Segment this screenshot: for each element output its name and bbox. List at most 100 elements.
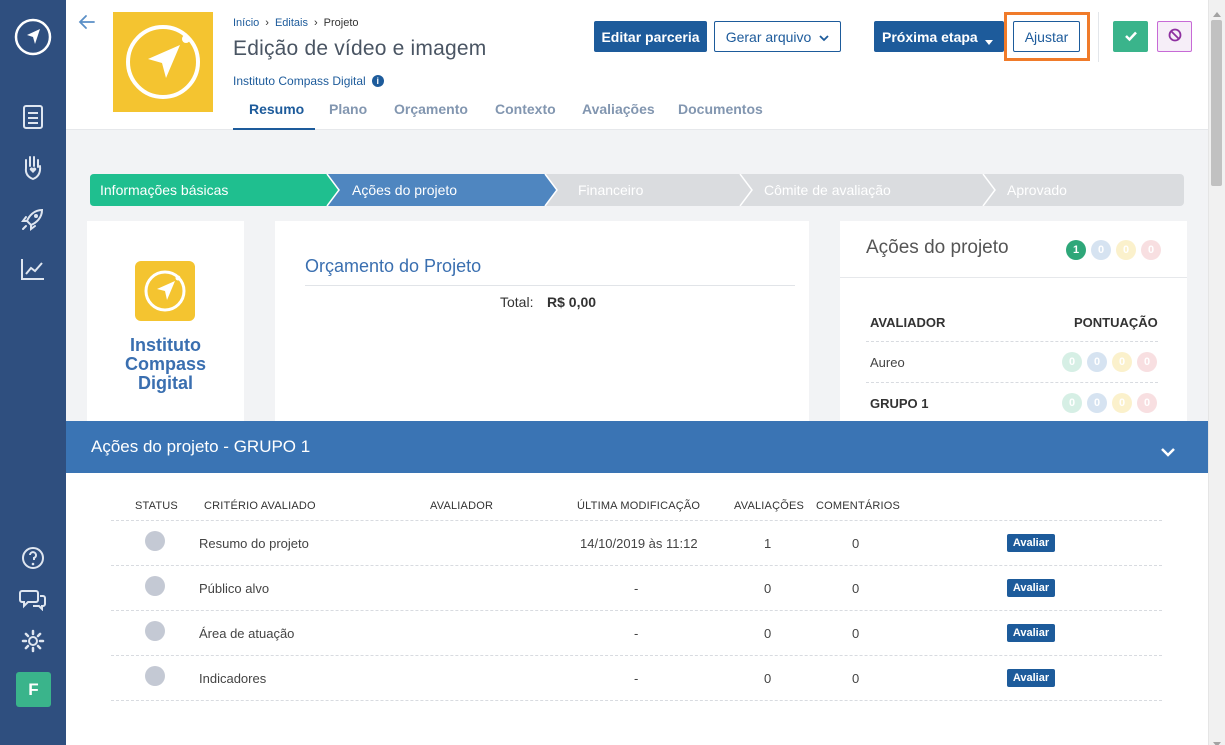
hand-heart-icon[interactable] bbox=[17, 152, 49, 184]
row-divider bbox=[866, 341, 1158, 342]
vertical-scrollbar[interactable] bbox=[1208, 0, 1225, 745]
next-step-button[interactable]: Próxima etapa bbox=[874, 21, 1004, 52]
scroll-down-arrow-icon[interactable] bbox=[1213, 734, 1221, 745]
tab-plano[interactable]: Plano bbox=[329, 101, 367, 117]
evaluator-column-header: AVALIADOR bbox=[870, 315, 946, 330]
column-header-evaluator: AVALIADOR bbox=[430, 500, 494, 512]
organization-card-name: Instituto Compass Digital bbox=[87, 336, 244, 393]
user-avatar[interactable]: F bbox=[16, 672, 51, 707]
organization-link[interactable]: Instituto Compass Digital i bbox=[233, 74, 384, 88]
row-divider bbox=[111, 520, 1162, 521]
evaluations-count: 0 bbox=[764, 581, 772, 596]
evaluator-name: Aureo bbox=[870, 355, 905, 370]
tab-orcamento[interactable]: Orçamento bbox=[394, 101, 468, 117]
breadcrumb-current: Projeto bbox=[323, 17, 359, 29]
group-panel-body bbox=[66, 473, 1208, 745]
column-header-evaluations: AVALIAÇÕES bbox=[734, 500, 805, 512]
score-badge: 0 bbox=[1112, 352, 1132, 372]
app-window: F Início › Editais › Projeto Edição de v… bbox=[0, 0, 1225, 745]
compass-logo-icon[interactable] bbox=[13, 17, 53, 57]
actions-card-divider bbox=[840, 277, 1187, 278]
arrow-left-icon[interactable] bbox=[78, 14, 98, 32]
tab-contexto[interactable]: Contexto bbox=[495, 101, 556, 117]
document-icon[interactable] bbox=[17, 101, 49, 133]
breadcrumb: Início › Editais › Projeto bbox=[233, 17, 359, 29]
step-aprovado[interactable]: Aprovado bbox=[1007, 174, 1067, 206]
step-financeiro[interactable]: Financeiro bbox=[578, 174, 643, 206]
row-divider bbox=[111, 655, 1162, 656]
rocket-icon[interactable] bbox=[17, 203, 49, 235]
organization-name[interactable]: Instituto Compass Digital bbox=[233, 74, 366, 88]
help-icon[interactable] bbox=[17, 542, 49, 574]
organization-card bbox=[87, 221, 244, 426]
evaluate-button[interactable]: Avaliar bbox=[1007, 579, 1055, 597]
organization-logo bbox=[135, 261, 195, 321]
breadcrumb-editais[interactable]: Editais bbox=[275, 17, 308, 29]
generate-file-label: Gerar arquivo bbox=[725, 28, 812, 45]
evaluations-count: 1 bbox=[764, 536, 772, 551]
step-acoes-projeto[interactable]: Ações do projeto bbox=[352, 174, 457, 206]
status-dot bbox=[145, 621, 165, 641]
tab-documentos[interactable]: Documentos bbox=[678, 101, 763, 117]
sidebar-rail: F bbox=[0, 0, 66, 745]
score-badge: 0 bbox=[1062, 352, 1082, 372]
evaluate-button[interactable]: Avaliar bbox=[1007, 534, 1055, 552]
last-modified-cell: - bbox=[634, 671, 639, 686]
column-header-comments: COMENTÁRIOS bbox=[816, 500, 901, 512]
status-dot bbox=[145, 576, 165, 596]
scrollbar-thumb[interactable] bbox=[1211, 20, 1222, 186]
tab-resumo[interactable]: Resumo bbox=[249, 101, 304, 117]
budget-divider bbox=[305, 285, 795, 286]
chat-icon[interactable] bbox=[17, 583, 49, 615]
status-badge-green: 1 bbox=[1066, 240, 1086, 260]
gear-icon[interactable] bbox=[17, 625, 49, 657]
score-badge: 0 bbox=[1062, 393, 1082, 413]
info-icon[interactable]: i bbox=[371, 75, 384, 87]
status-dot bbox=[145, 531, 165, 551]
chart-line-icon[interactable] bbox=[17, 253, 49, 285]
budget-card bbox=[275, 221, 809, 426]
generate-file-button[interactable]: Gerar arquivo bbox=[714, 21, 841, 52]
chevron-down-icon[interactable] bbox=[1160, 445, 1176, 463]
score-column-header: PONTUAÇÃO bbox=[1074, 315, 1158, 330]
last-modified-cell: - bbox=[634, 581, 639, 596]
evaluate-button[interactable]: Avaliar bbox=[1007, 624, 1055, 642]
reject-button[interactable] bbox=[1157, 21, 1192, 52]
comments-count: 0 bbox=[852, 581, 860, 596]
ban-icon bbox=[1168, 28, 1182, 45]
criterion-name: Área de atuação bbox=[199, 626, 295, 641]
approve-button[interactable] bbox=[1113, 21, 1148, 52]
org-name-line: Digital bbox=[137, 373, 193, 393]
step-informacoes-basicas[interactable]: Informações básicas bbox=[100, 174, 228, 206]
budget-title: Orçamento do Projeto bbox=[305, 256, 482, 276]
group-panel-title: Ações do projeto - GRUPO 1 bbox=[91, 437, 311, 456]
status-badge-red: 0 bbox=[1141, 240, 1161, 260]
score-badge: 0 bbox=[1087, 393, 1107, 413]
budget-total-label: Total: bbox=[500, 294, 534, 310]
edit-partnership-button[interactable]: Editar parceria bbox=[594, 21, 707, 52]
criterion-name: Público alvo bbox=[199, 581, 270, 596]
evaluator-name: GRUPO 1 bbox=[870, 396, 929, 411]
page-title: Edição de vídeo e imagem bbox=[233, 37, 487, 60]
breadcrumb-home[interactable]: Início bbox=[233, 17, 259, 29]
comments-count: 0 bbox=[852, 671, 860, 686]
step-comite-avaliacao[interactable]: Cômite de avaliação bbox=[764, 174, 891, 206]
evaluate-button[interactable]: Avaliar bbox=[1007, 669, 1055, 687]
adjust-button[interactable]: Ajustar bbox=[1013, 21, 1080, 52]
row-divider bbox=[111, 565, 1162, 566]
next-step-label: Próxima etapa bbox=[882, 28, 978, 45]
status-dot bbox=[145, 666, 165, 686]
row-divider bbox=[111, 700, 1162, 701]
last-modified-cell: 14/10/2019 às 11:12 bbox=[580, 536, 698, 551]
caret-down-icon[interactable] bbox=[984, 33, 994, 49]
score-badge: 0 bbox=[1137, 393, 1157, 413]
tab-avaliacoes[interactable]: Avaliações bbox=[582, 101, 655, 117]
row-divider bbox=[866, 382, 1158, 383]
criterion-name: Indicadores bbox=[199, 671, 267, 686]
column-header-criterion: CRITÉRIO AVALIADO bbox=[204, 500, 316, 512]
status-badge-yellow: 0 bbox=[1116, 240, 1136, 260]
active-tab-indicator bbox=[233, 128, 315, 130]
comments-count: 0 bbox=[852, 626, 860, 641]
breadcrumb-separator: › bbox=[314, 17, 318, 29]
header-divider bbox=[1098, 12, 1099, 62]
